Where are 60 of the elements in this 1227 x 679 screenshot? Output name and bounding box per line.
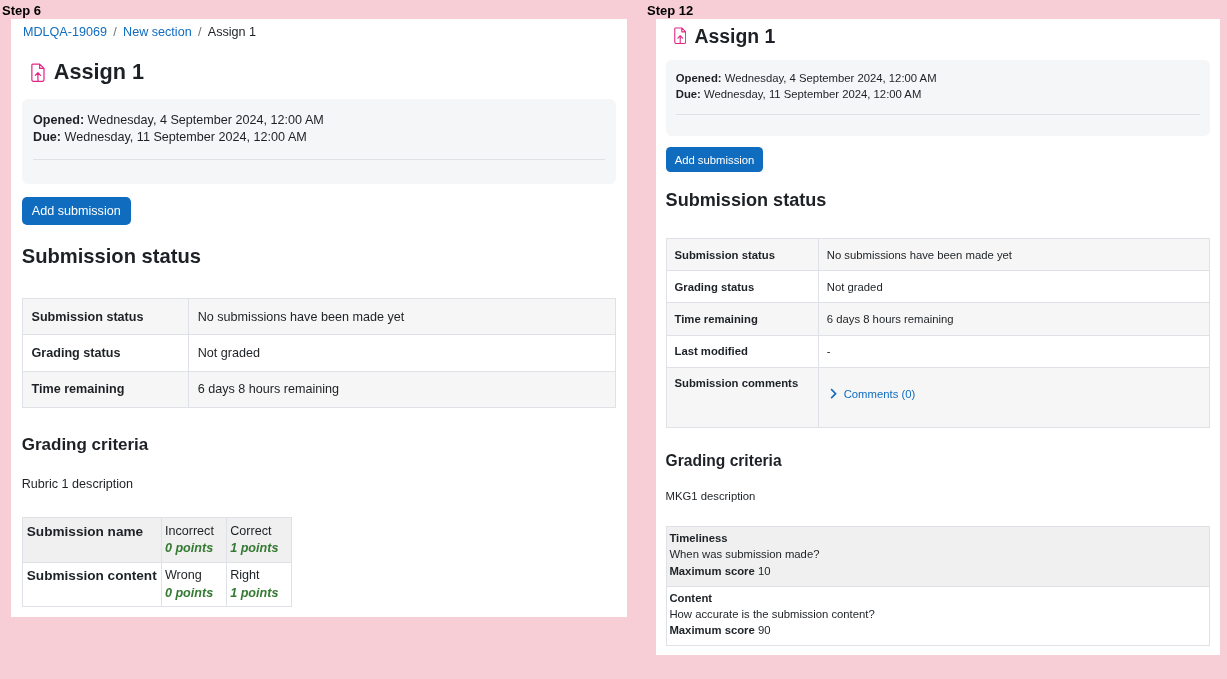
- step-label: Step 6: [2, 3, 42, 19]
- breadcrumb-current: Assign 1: [207, 25, 257, 40]
- section-heading: Submission status: [21, 244, 202, 268]
- grading-description: Rubric 1 description: [21, 476, 134, 491]
- page-title: Assign 1: [694, 24, 776, 48]
- row-label: Grading status: [22, 334, 189, 372]
- date-line: Opened: Wednesday, 4 September 2024, 12:00 AM: [675, 71, 938, 87]
- comments-link[interactable]: Comments (0): [830, 387, 916, 400]
- file-upload-icon: [31, 62, 45, 83]
- rubric-level[interactable]: Right 1 points: [226, 562, 292, 607]
- criterion-description: How accurate is the submission content?: [669, 606, 876, 622]
- table-cell: Not graded: [188, 334, 616, 372]
- date-line: Due: Wednesday, 11 September 2024, 12:00 AM: [33, 128, 308, 146]
- rubric-level[interactable]: Incorrect 0 points: [161, 517, 227, 563]
- page-title: Assign 1: [53, 59, 145, 86]
- breadcrumb-separator: /: [113, 25, 117, 40]
- chevron-right-icon: [830, 387, 837, 400]
- rubric-level[interactable]: Correct 1 points: [226, 517, 292, 563]
- table-cell: No submissions have been made yet: [188, 298, 616, 335]
- table-cell: 6 days 8 hours remaining: [818, 302, 1210, 336]
- level-definition: Incorrect: [164, 522, 215, 540]
- row-label: Submission status: [666, 238, 819, 271]
- maximum-score: Maximum score 10: [669, 563, 772, 579]
- maximum-score: Maximum score 90: [669, 623, 772, 639]
- level-definition: Right: [230, 567, 261, 584]
- level-definition: Correct: [230, 522, 273, 540]
- breadcrumb-separator: /: [197, 25, 202, 40]
- row-label: Grading status: [666, 270, 819, 303]
- level-score: 1 points: [230, 584, 280, 602]
- criterion-description: When was submission made?: [669, 547, 821, 563]
- breadcrumb-link[interactable]: MDLQA-19069: [22, 25, 107, 40]
- table-cell: Not graded: [818, 270, 1210, 303]
- add-submission-button[interactable]: Add submission: [665, 147, 764, 172]
- grading-description: MKG1 description: [665, 490, 757, 503]
- table-cell: No submissions have been made yet: [818, 238, 1210, 271]
- row-label: Submission status: [22, 298, 189, 335]
- date-line: Opened: Wednesday, 4 September 2024, 12:00 AM: [33, 111, 325, 129]
- section-heading: Grading criteria: [665, 451, 783, 470]
- criterion-name: Submission name: [22, 517, 162, 563]
- row-label: Submission comments: [666, 367, 819, 428]
- rubric-level[interactable]: Wrong 0 points: [161, 562, 227, 607]
- criterion-name: Submission content: [22, 562, 162, 607]
- level-score: 0 points: [164, 540, 215, 558]
- section-heading: Submission status: [665, 189, 828, 211]
- step-label: Step 12: [647, 3, 695, 19]
- section-heading: Grading criteria: [21, 434, 150, 455]
- table-cell: -: [818, 335, 1210, 368]
- date-line: Due: Wednesday, 11 September 2024, 12:00 AM: [675, 86, 923, 102]
- row-label: Time remaining: [22, 371, 189, 408]
- row-label: Time remaining: [666, 302, 819, 336]
- criterion-name: Content: [669, 590, 714, 606]
- breadcrumb-link[interactable]: New section: [123, 25, 192, 40]
- level-score: 1 points: [230, 540, 280, 558]
- file-upload-icon: [674, 27, 687, 45]
- level-definition: Wrong: [164, 567, 203, 584]
- table-cell: 6 days 8 hours remaining: [188, 371, 616, 408]
- add-submission-button[interactable]: Add submission: [21, 196, 131, 225]
- row-label: Last modified: [666, 335, 819, 368]
- criterion-name: Timeliness: [669, 530, 729, 546]
- level-score: 0 points: [164, 584, 215, 602]
